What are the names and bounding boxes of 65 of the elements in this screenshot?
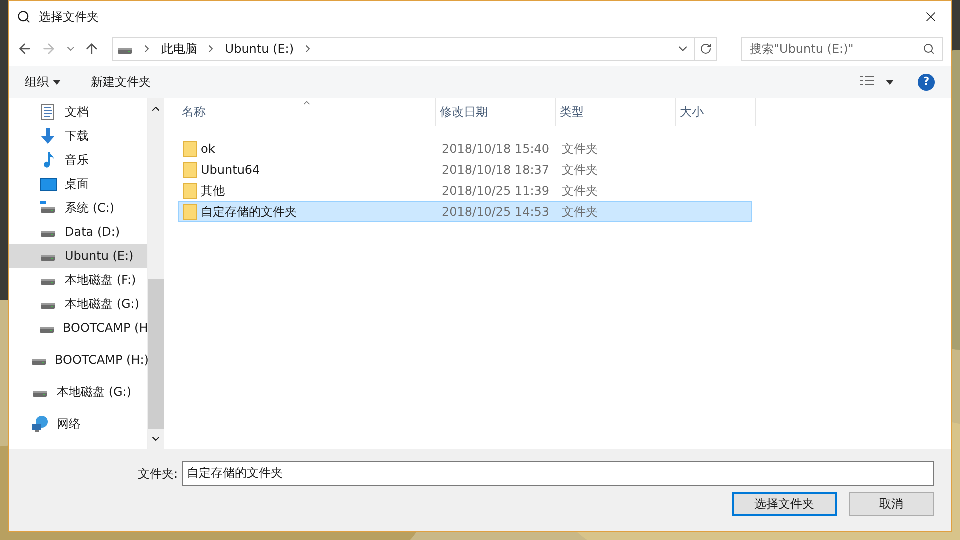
sidebar-item[interactable]: BOOTCAMP (H:) [9, 348, 147, 372]
column-header[interactable]: 类型 [556, 98, 676, 126]
folder-icon [183, 204, 197, 220]
view-menu-button[interactable] [860, 76, 894, 88]
modified-date: 2018/10/18 15:40 [441, 140, 551, 158]
file-type: 文件夹 [561, 162, 599, 178]
folder-icon [183, 182, 197, 198]
sidebar-item[interactable]: 本地磁盘 (G:) [9, 292, 147, 316]
search-folder-icon [17, 10, 31, 24]
modified-date: 2018/10/18 18:37 [441, 162, 551, 178]
file-row[interactable]: 自定存储的文件夹 2018/10/25 14:53 文件夹 [178, 201, 752, 222]
sidebar-item[interactable]: 本地磁盘 (F:) [9, 268, 147, 292]
dropdown-arrow-icon [886, 80, 894, 84]
file-row[interactable]: ok 2018/10/18 15:40 文件夹 [178, 138, 752, 159]
new-folder-button[interactable]: 新建文件夹 [91, 73, 151, 91]
modified-date: 2018/10/25 11:39 [441, 182, 551, 200]
file-type: 文件夹 [561, 140, 599, 158]
sidebar-item[interactable]: 文档 [9, 100, 147, 124]
column-header[interactable]: 修改日期 [436, 98, 556, 126]
sidebar-item[interactable]: 系统 (C:) [9, 196, 147, 220]
sidebar-item[interactable]: BOOTCAMP (H [9, 316, 147, 340]
column-header[interactable]: 大小 [676, 98, 756, 126]
file-name: 自定存储的文件夹 [201, 204, 297, 220]
refresh-icon[interactable] [700, 43, 712, 55]
select-folder-button[interactable]: 选择文件夹 [732, 492, 837, 516]
down-arrow-icon [40, 128, 56, 144]
search-field[interactable]: 搜索"Ubuntu (E:)" [741, 37, 944, 61]
folder-icon [183, 162, 197, 178]
file-row[interactable]: 其他 2018/10/25 11:39 文件夹 [178, 180, 752, 201]
address-bar[interactable]: 此电脑 Ubuntu (E:) [112, 37, 718, 61]
window-title: 选择文件夹 [39, 8, 99, 26]
search-icon [923, 43, 936, 55]
sidebar-item[interactable]: 本地磁盘 (G:) [9, 380, 147, 404]
music-note-icon [42, 152, 54, 168]
file-name: ok [201, 140, 216, 158]
folder-icon [183, 140, 197, 156]
sidebar-item[interactable]: 桌面 [9, 172, 147, 196]
help-button[interactable]: ? [918, 74, 935, 90]
network-icon [32, 416, 48, 432]
list-view-icon [860, 76, 874, 88]
modified-date: 2018/10/25 14:53 [441, 204, 551, 220]
drive-icon [40, 201, 56, 215]
sidebar-item[interactable]: Data (D:) [9, 220, 147, 244]
sidebar-item[interactable]: 下载 [9, 124, 147, 148]
column-header[interactable]: 名称 [178, 98, 436, 126]
folder-name-field[interactable]: 自定存储的文件夹 [182, 461, 934, 486]
cancel-button[interactable]: 取消 [849, 492, 934, 516]
dropdown-arrow-icon [53, 80, 61, 84]
file-type: 文件夹 [561, 204, 599, 220]
file-row[interactable]: Ubuntu64 2018/10/18 18:37 文件夹 [178, 159, 752, 180]
sidebar-item[interactable]: Ubuntu (E:) [9, 244, 147, 268]
file-type: 文件夹 [561, 182, 599, 200]
sidebar-item[interactable]: 网络 [9, 412, 147, 436]
scrollbar[interactable] [148, 98, 164, 449]
document-icon [41, 104, 55, 120]
file-name: 其他 [201, 182, 225, 200]
file-name: Ubuntu64 [201, 162, 260, 178]
organize-button[interactable]: 组织 [25, 73, 61, 91]
sidebar-item[interactable]: 音乐 [9, 148, 147, 172]
scrollbar-thumb[interactable] [148, 279, 164, 429]
breadcrumb[interactable]: 此电脑 [161, 40, 198, 58]
field-label: 文件夹: [138, 466, 178, 482]
breadcrumb[interactable]: Ubuntu (E:) [225, 40, 294, 58]
desktop-icon [40, 178, 56, 190]
back-arrow-icon[interactable] [17, 41, 33, 57]
